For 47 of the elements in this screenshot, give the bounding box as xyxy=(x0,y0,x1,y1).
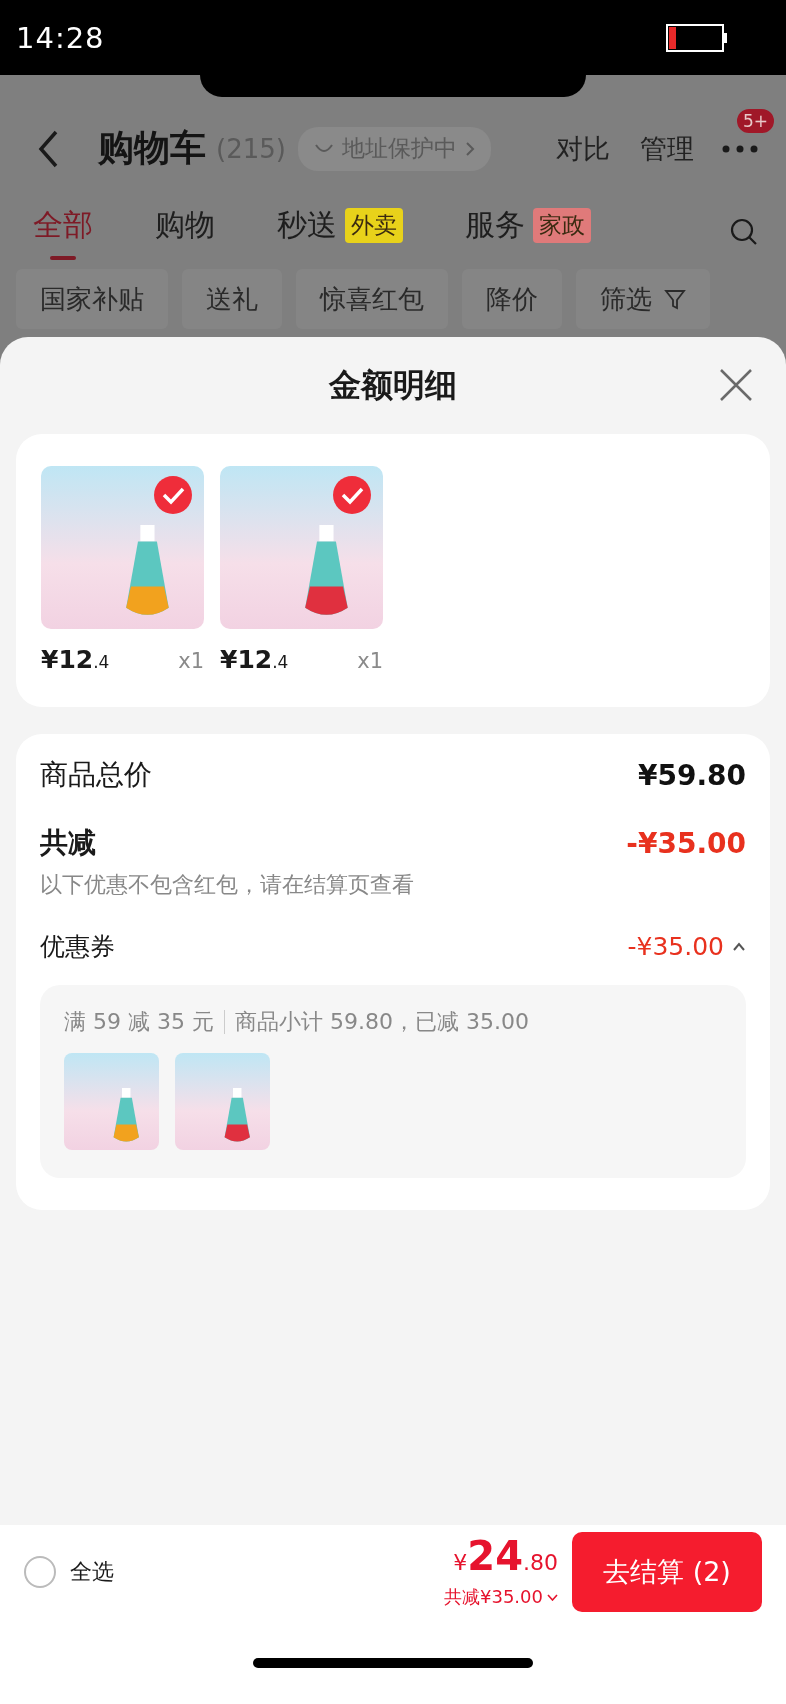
filter-chip[interactable]: 国家补贴 xyxy=(16,269,168,329)
checkmark-icon[interactable] xyxy=(154,476,192,514)
filter-chip[interactable]: 惊喜红包 xyxy=(296,269,448,329)
filter-chip[interactable]: 筛选 xyxy=(576,269,710,329)
select-all-label: 全选 xyxy=(70,1557,114,1586)
discount-label: 共减 xyxy=(40,825,96,861)
filter-chip[interactable]: 送礼 xyxy=(182,269,282,329)
page-title: 购物车 xyxy=(98,126,206,170)
back-icon[interactable] xyxy=(36,128,60,169)
battery-icon xyxy=(666,23,728,52)
saved-amount[interactable]: 共减¥35.00 xyxy=(444,1585,543,1609)
caret-icon[interactable] xyxy=(547,1593,558,1601)
item-quantity: x1 xyxy=(178,649,204,673)
status-time: 14:28 xyxy=(16,20,105,55)
tab[interactable]: 秒送 外卖 xyxy=(277,204,403,260)
checkmark-icon[interactable] xyxy=(333,476,371,514)
coupon-label: 优惠券 xyxy=(40,931,115,963)
total-amount: ¥59.80 xyxy=(637,758,746,792)
sheet-title: 金额明细 xyxy=(329,364,457,406)
close-icon[interactable] xyxy=(718,367,754,403)
discount-note: 以下优惠不包含红包，请在结算页查看 xyxy=(40,871,415,899)
tab-tag: 外卖 xyxy=(345,207,403,243)
item-price: ¥12.4 xyxy=(220,645,289,674)
funnel-icon xyxy=(664,288,686,310)
header-action[interactable]: 对比 xyxy=(556,130,610,167)
filter-chip[interactable]: 降价 xyxy=(462,269,562,329)
item-quantity: x1 xyxy=(357,649,383,673)
notification-badge: 5+ xyxy=(734,106,776,135)
item-price: ¥12.4 xyxy=(41,645,110,674)
search-icon[interactable] xyxy=(730,218,758,246)
coupon-amount: -¥35.00 xyxy=(627,932,724,961)
total-price: ¥24.80 xyxy=(453,1534,558,1581)
tab-tag: 家政 xyxy=(533,207,591,243)
more-icon[interactable] xyxy=(722,144,758,153)
smile-icon xyxy=(313,142,334,155)
header-action[interactable]: 管理 xyxy=(640,130,694,167)
select-all-radio[interactable] xyxy=(24,1555,56,1588)
coupon-subtotal: 商品小计 59.80，已减 35.00 xyxy=(234,1008,529,1036)
tab[interactable]: 购物 xyxy=(155,204,215,260)
tab[interactable]: 全部 xyxy=(33,204,93,260)
tab[interactable]: 服务 家政 xyxy=(465,204,591,260)
caret-icon[interactable] xyxy=(732,942,746,951)
checkout-button[interactable]: 去结算 (2) xyxy=(572,1531,762,1612)
chevron-icon xyxy=(464,140,475,157)
coupon-rule: 满 59 减 35 元 xyxy=(64,1008,214,1036)
discount-amount: -¥35.00 xyxy=(626,826,746,860)
total-label: 商品总价 xyxy=(40,757,152,793)
